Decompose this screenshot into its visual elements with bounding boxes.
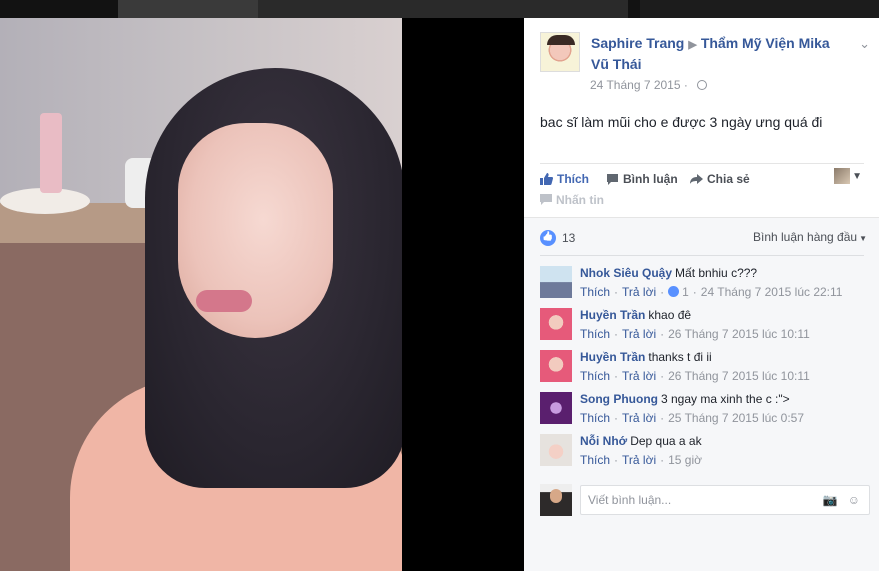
comment-item: Song Phuong 3 ngay ma xinh the c :"> Thíc… (540, 392, 870, 432)
comment-reply-link[interactable]: Trả lời (622, 285, 656, 299)
comment-meta: Thích · Trả lời · 26 Tháng 7 2015 lúc 10:11 (580, 369, 810, 383)
comments-section: 13 Bình luận hàng đầu▼ Nhok Siêu QuậyMất… (524, 217, 879, 571)
like-badge-icon (540, 230, 556, 246)
comment-reply-link[interactable]: Trả lời (622, 369, 656, 383)
comment-timestamp[interactable]: 25 Tháng 7 2015 lúc 0:57 (668, 411, 804, 425)
commenter-name[interactable]: Song Phuong (580, 392, 658, 406)
camera-icon[interactable]: 📷 (823, 493, 838, 507)
message-icon (540, 194, 552, 205)
caret-down-icon: ▼ (859, 234, 867, 243)
like-badge-icon (668, 286, 680, 297)
post-meta: 24 Tháng 7 2015 · (590, 78, 708, 92)
photo-viewer: Saphire Trang ▶ Thẩm Mỹ Viện Mika Vũ Thái … (0, 0, 879, 571)
commenter-name[interactable]: Nỗi Nhớ (580, 434, 627, 448)
post-text: bac sĩ làm mũi cho e được 3 ngày ưng quá… (540, 114, 823, 130)
comment-reply-link[interactable]: Trả lời (622, 411, 656, 425)
comment-meta: Thích · Trả lời · 15 giờ (580, 453, 702, 467)
commenter-avatar[interactable] (540, 392, 572, 424)
share-button[interactable]: Chia sẻ (690, 172, 750, 186)
comment-composer: 📷☺ (540, 484, 870, 518)
post-actions: Thích Bình luận Chia sẻ ▼ (540, 168, 864, 190)
comment-text: 3 ngay ma xinh the c :"> (660, 392, 790, 406)
globe-icon (697, 80, 708, 90)
comment-text: Dep qua a ak (630, 434, 702, 448)
share-icon (690, 174, 703, 184)
commenter-avatar[interactable] (540, 308, 572, 340)
post-photo[interactable] (0, 18, 402, 571)
post-header: Saphire Trang ▶ Thẩm Mỹ Viện Mika Vũ Thái … (540, 32, 870, 112)
comment-timestamp[interactable]: 15 giờ (668, 453, 702, 467)
comment-sort-dropdown[interactable]: Bình luận hàng đầu ▼ (753, 230, 867, 244)
post-panel: Saphire Trang ▶ Thẩm Mỹ Viện Mika Vũ Thái … (524, 18, 879, 571)
comment-like-link[interactable]: Thích (580, 327, 610, 341)
post-authors: Saphire Trang ▶ Thẩm Mỹ Viện Mika Vũ Thái (591, 34, 851, 74)
comment-like-link[interactable]: Thích (580, 411, 610, 425)
comment-item: Nỗi Nhớ Dep qua a ak Thích · Trả lời · 15 giờ (540, 434, 870, 474)
divider (540, 255, 864, 256)
comment-like-link[interactable]: Thích (580, 285, 610, 299)
comment-like-link[interactable]: Thích (580, 453, 610, 467)
current-user-avatar (540, 484, 572, 516)
emoji-icon[interactable]: ☺ (848, 493, 860, 507)
reaction-count[interactable]: 13 (540, 230, 575, 246)
comment-item: Huyền Trần khao đê Thích · Trả lời · 26 Tháng… (540, 308, 870, 348)
comment-meta: Thích · Trả lời · 25 Tháng 7 2015 lúc 0:57 (580, 411, 804, 425)
audience-avatar[interactable] (834, 168, 850, 184)
chevron-down-icon[interactable]: ⌄ (859, 36, 870, 52)
comment-reply-link[interactable]: Trả lời (622, 327, 656, 341)
commenter-name[interactable]: Nhok Siêu Quậy (580, 266, 672, 280)
author-name-link[interactable]: Saphire Trang (591, 35, 684, 51)
post-timestamp[interactable]: 24 Tháng 7 2015 (590, 78, 681, 92)
comment-like-link[interactable]: Thích (580, 369, 610, 383)
commenter-avatar[interactable] (540, 266, 572, 298)
comment-reply-link[interactable]: Trả lời (622, 453, 656, 467)
comment-button[interactable]: Bình luận (606, 172, 678, 186)
comment-text: Mất bnhiu c??? (675, 266, 758, 280)
comment-meta: Thích · Trả lời · 1 · 24 Tháng 7 2015 lúc 22:1… (580, 285, 843, 299)
comment-text: khao đê (648, 308, 692, 322)
comment-like-count[interactable]: 1 (682, 285, 689, 299)
comment-timestamp[interactable]: 26 Tháng 7 2015 lúc 10:11 (668, 369, 810, 383)
thumbs-up-icon (540, 173, 553, 185)
comment-text: thanks t đi ii (648, 350, 712, 364)
comment-timestamp[interactable]: 26 Tháng 7 2015 lúc 10:11 (668, 327, 810, 341)
top-strip (0, 0, 879, 18)
commenter-name[interactable]: Huyền Trần (580, 308, 645, 322)
comment-icon (607, 174, 618, 185)
commenter-name[interactable]: Huyền Trần (580, 350, 645, 364)
comment-item: Nhok Siêu Quậy Mất bnhiu c??? Thích · Trả l… (540, 266, 870, 306)
comment-item: Huyền Trần thanks t đi ii Thích · Trả lời · 2… (540, 350, 870, 390)
comment-timestamp[interactable]: 24 Tháng 7 2015 lúc 22:11 (701, 285, 843, 299)
like-button[interactable]: Thích (540, 172, 589, 186)
arrow-right-icon: ▶ (688, 39, 697, 51)
caret-down-icon[interactable]: ▼ (852, 171, 862, 182)
commenter-avatar[interactable] (540, 434, 572, 466)
commenter-avatar[interactable] (540, 350, 572, 382)
comment-meta: Thích · Trả lời · 26 Tháng 7 2015 lúc 10:11 (580, 327, 810, 341)
author-avatar[interactable] (540, 32, 580, 72)
divider (540, 163, 864, 164)
message-button[interactable]: Nhấn tin (540, 193, 604, 207)
